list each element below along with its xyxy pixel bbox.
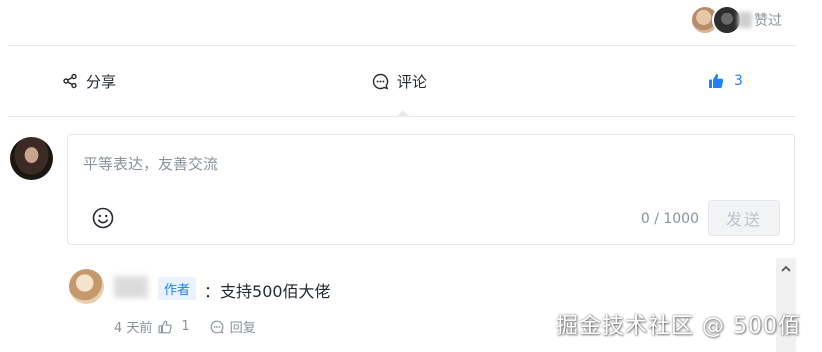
comment-editor[interactable]: 平等表达，友善交流 0 / 1000 发送 — [67, 134, 795, 245]
comment-label: 评论 — [397, 72, 428, 91]
like-button[interactable]: 3 — [708, 73, 743, 89]
reply-label: 回复 — [229, 321, 256, 336]
comment-like-count: 1 — [181, 319, 190, 334]
send-button[interactable]: 发送 — [708, 200, 780, 236]
comment-time: 4 天前 — [114, 321, 153, 336]
comment-meta: 4 天前 1 回复 — [114, 317, 256, 336]
char-counter: 0 / 1000 — [640, 211, 699, 227]
emoji-icon[interactable] — [91, 206, 115, 230]
comment-pointer-notch — [396, 110, 410, 117]
share-icon — [63, 73, 77, 89]
comment-like-button[interactable]: 1 — [158, 319, 190, 334]
reply-button[interactable]: 回复 — [210, 317, 256, 336]
thumbs-up-icon — [709, 74, 724, 88]
comment-body: 支持500佰大佬 — [220, 282, 331, 301]
share-label: 分享 — [86, 72, 117, 91]
reply-icon — [210, 320, 224, 334]
current-user-avatar[interactable] — [10, 137, 53, 180]
watermark: 掘金技术社区 @ 500佰 — [556, 314, 801, 339]
blurred-username[interactable] — [114, 276, 148, 298]
comment-button[interactable]: 评论 — [372, 71, 427, 92]
liked-by-row: 赞过 — [690, 0, 782, 40]
commenter-avatar[interactable] — [69, 269, 104, 304]
share-button[interactable]: 分享 — [62, 71, 116, 92]
comment-text: ：支持500佰大佬 — [204, 282, 331, 301]
liked-by-label: 赞过 — [754, 13, 782, 29]
author-badge: 作者 — [158, 277, 197, 300]
blurred-name — [738, 12, 752, 28]
article-action-bar: 分享 评论 3 — [8, 46, 796, 116]
comment-input-placeholder[interactable]: 平等表达，友善交流 — [83, 153, 218, 174]
chevron-up-icon[interactable] — [779, 262, 793, 276]
comment-icon — [372, 73, 389, 89]
liked-by-avatars — [690, 5, 742, 35]
like-count: 3 — [734, 73, 743, 89]
thumbs-up-outline-icon — [158, 320, 173, 333]
